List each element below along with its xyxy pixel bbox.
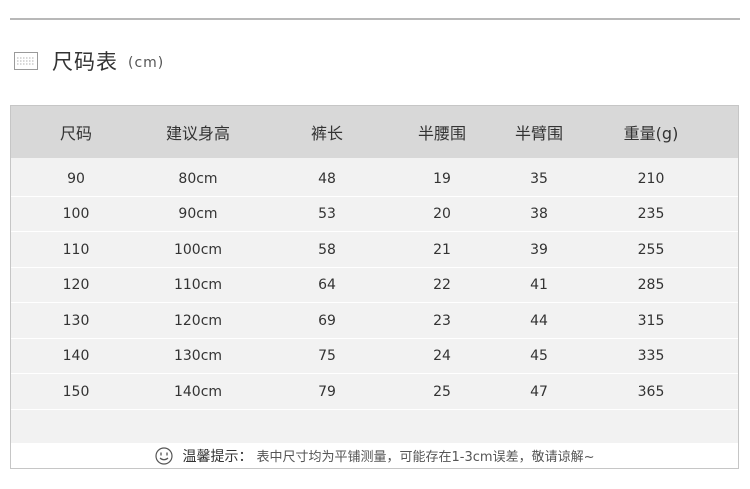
column-header-half-waist: 半腰围 bbox=[417, 124, 467, 143]
tip-text: 表中尺寸均为平铺测量，可能存在1-3cm误差，敬请谅解~ bbox=[256, 450, 595, 465]
cell-pants-length: 79 bbox=[318, 383, 336, 400]
cell-weight: 365 bbox=[637, 383, 665, 400]
cell-weight: 235 bbox=[637, 206, 665, 223]
column-header-half-arm: 半臂围 bbox=[514, 124, 564, 143]
cell-pants-length: 53 bbox=[318, 206, 336, 223]
cell-pants-length: 58 bbox=[318, 241, 336, 258]
cell-half-waist: 21 bbox=[433, 241, 451, 258]
cell-height: 90cm bbox=[178, 206, 218, 223]
table-row: 90 80cm 48 19 35 210 bbox=[11, 161, 738, 197]
cell-height: 120cm bbox=[173, 312, 223, 329]
cell-pants-length: 48 bbox=[318, 170, 336, 187]
cell-half-waist: 19 bbox=[433, 170, 451, 187]
cell-size: 120 bbox=[62, 277, 90, 294]
cell-size: 150 bbox=[62, 383, 90, 400]
cell-height: 110cm bbox=[173, 277, 223, 294]
page-heading: 尺码表 (cm) bbox=[14, 44, 164, 78]
table-row: 130 120cm 69 23 44 315 bbox=[11, 303, 738, 339]
cell-weight: 255 bbox=[637, 241, 665, 258]
table-header-row: 尺码 建议身高 裤长 半腰围 半臂围 重量(g) bbox=[11, 106, 738, 158]
cell-height: 80cm bbox=[178, 170, 218, 187]
cell-weight: 210 bbox=[637, 170, 665, 187]
cell-half-waist: 23 bbox=[433, 312, 451, 329]
cell-half-arm: 35 bbox=[530, 170, 548, 187]
cell-height: 130cm bbox=[173, 348, 223, 365]
cell-pants-length: 69 bbox=[318, 312, 336, 329]
cell-height: 100cm bbox=[173, 241, 223, 258]
cell-half-arm: 39 bbox=[530, 241, 548, 258]
cell-half-arm: 41 bbox=[530, 277, 548, 294]
ruler-grid-icon bbox=[14, 52, 38, 70]
cell-half-arm: 38 bbox=[530, 206, 548, 223]
column-header-pants-length: 裤长 bbox=[310, 124, 344, 143]
cell-weight: 285 bbox=[637, 277, 665, 294]
smile-icon bbox=[154, 446, 173, 465]
column-header-height: 建议身高 bbox=[165, 124, 231, 143]
tip-bar: 温馨提示： 表中尺寸均为平铺测量，可能存在1-3cm误差，敬请谅解~ bbox=[11, 443, 738, 468]
cell-half-arm: 45 bbox=[530, 348, 548, 365]
table-row: 120 110cm 64 22 41 285 bbox=[11, 268, 738, 304]
cell-pants-length: 75 bbox=[318, 348, 336, 365]
cell-half-arm: 44 bbox=[530, 312, 548, 329]
cell-weight: 315 bbox=[637, 312, 665, 329]
cell-size: 100 bbox=[62, 206, 90, 223]
table-row: 150 140cm 79 25 47 365 bbox=[11, 374, 738, 410]
cell-half-waist: 24 bbox=[433, 348, 451, 365]
cell-size: 140 bbox=[62, 348, 90, 365]
table-row: 110 100cm 58 21 39 255 bbox=[11, 232, 738, 268]
cell-height: 140cm bbox=[173, 383, 223, 400]
cell-half-waist: 25 bbox=[433, 383, 451, 400]
cell-half-waist: 20 bbox=[433, 206, 451, 223]
table-row: 100 90cm 53 20 38 235 bbox=[11, 197, 738, 233]
cell-weight: 335 bbox=[637, 348, 665, 365]
cell-size: 130 bbox=[62, 312, 90, 329]
size-table: 尺码 建议身高 裤长 半腰围 半臂围 重量(g) 90 80cm 48 19 35 210 100 90… bbox=[10, 105, 739, 469]
unit-label: (cm) bbox=[128, 55, 165, 71]
top-divider bbox=[10, 18, 740, 20]
cell-size: 110 bbox=[62, 241, 90, 258]
row-divider bbox=[11, 408, 738, 410]
column-header-weight: 重量(g) bbox=[623, 124, 679, 143]
column-header-size: 尺码 bbox=[59, 124, 93, 143]
cell-size: 90 bbox=[67, 170, 85, 187]
cell-half-arm: 47 bbox=[530, 383, 548, 400]
tip-label: 温馨提示： bbox=[182, 448, 253, 465]
cell-pants-length: 64 bbox=[318, 277, 336, 294]
page-title: 尺码表 bbox=[52, 50, 118, 74]
table-row: 140 130cm 75 24 45 335 bbox=[11, 339, 738, 375]
cell-half-waist: 22 bbox=[433, 277, 451, 294]
